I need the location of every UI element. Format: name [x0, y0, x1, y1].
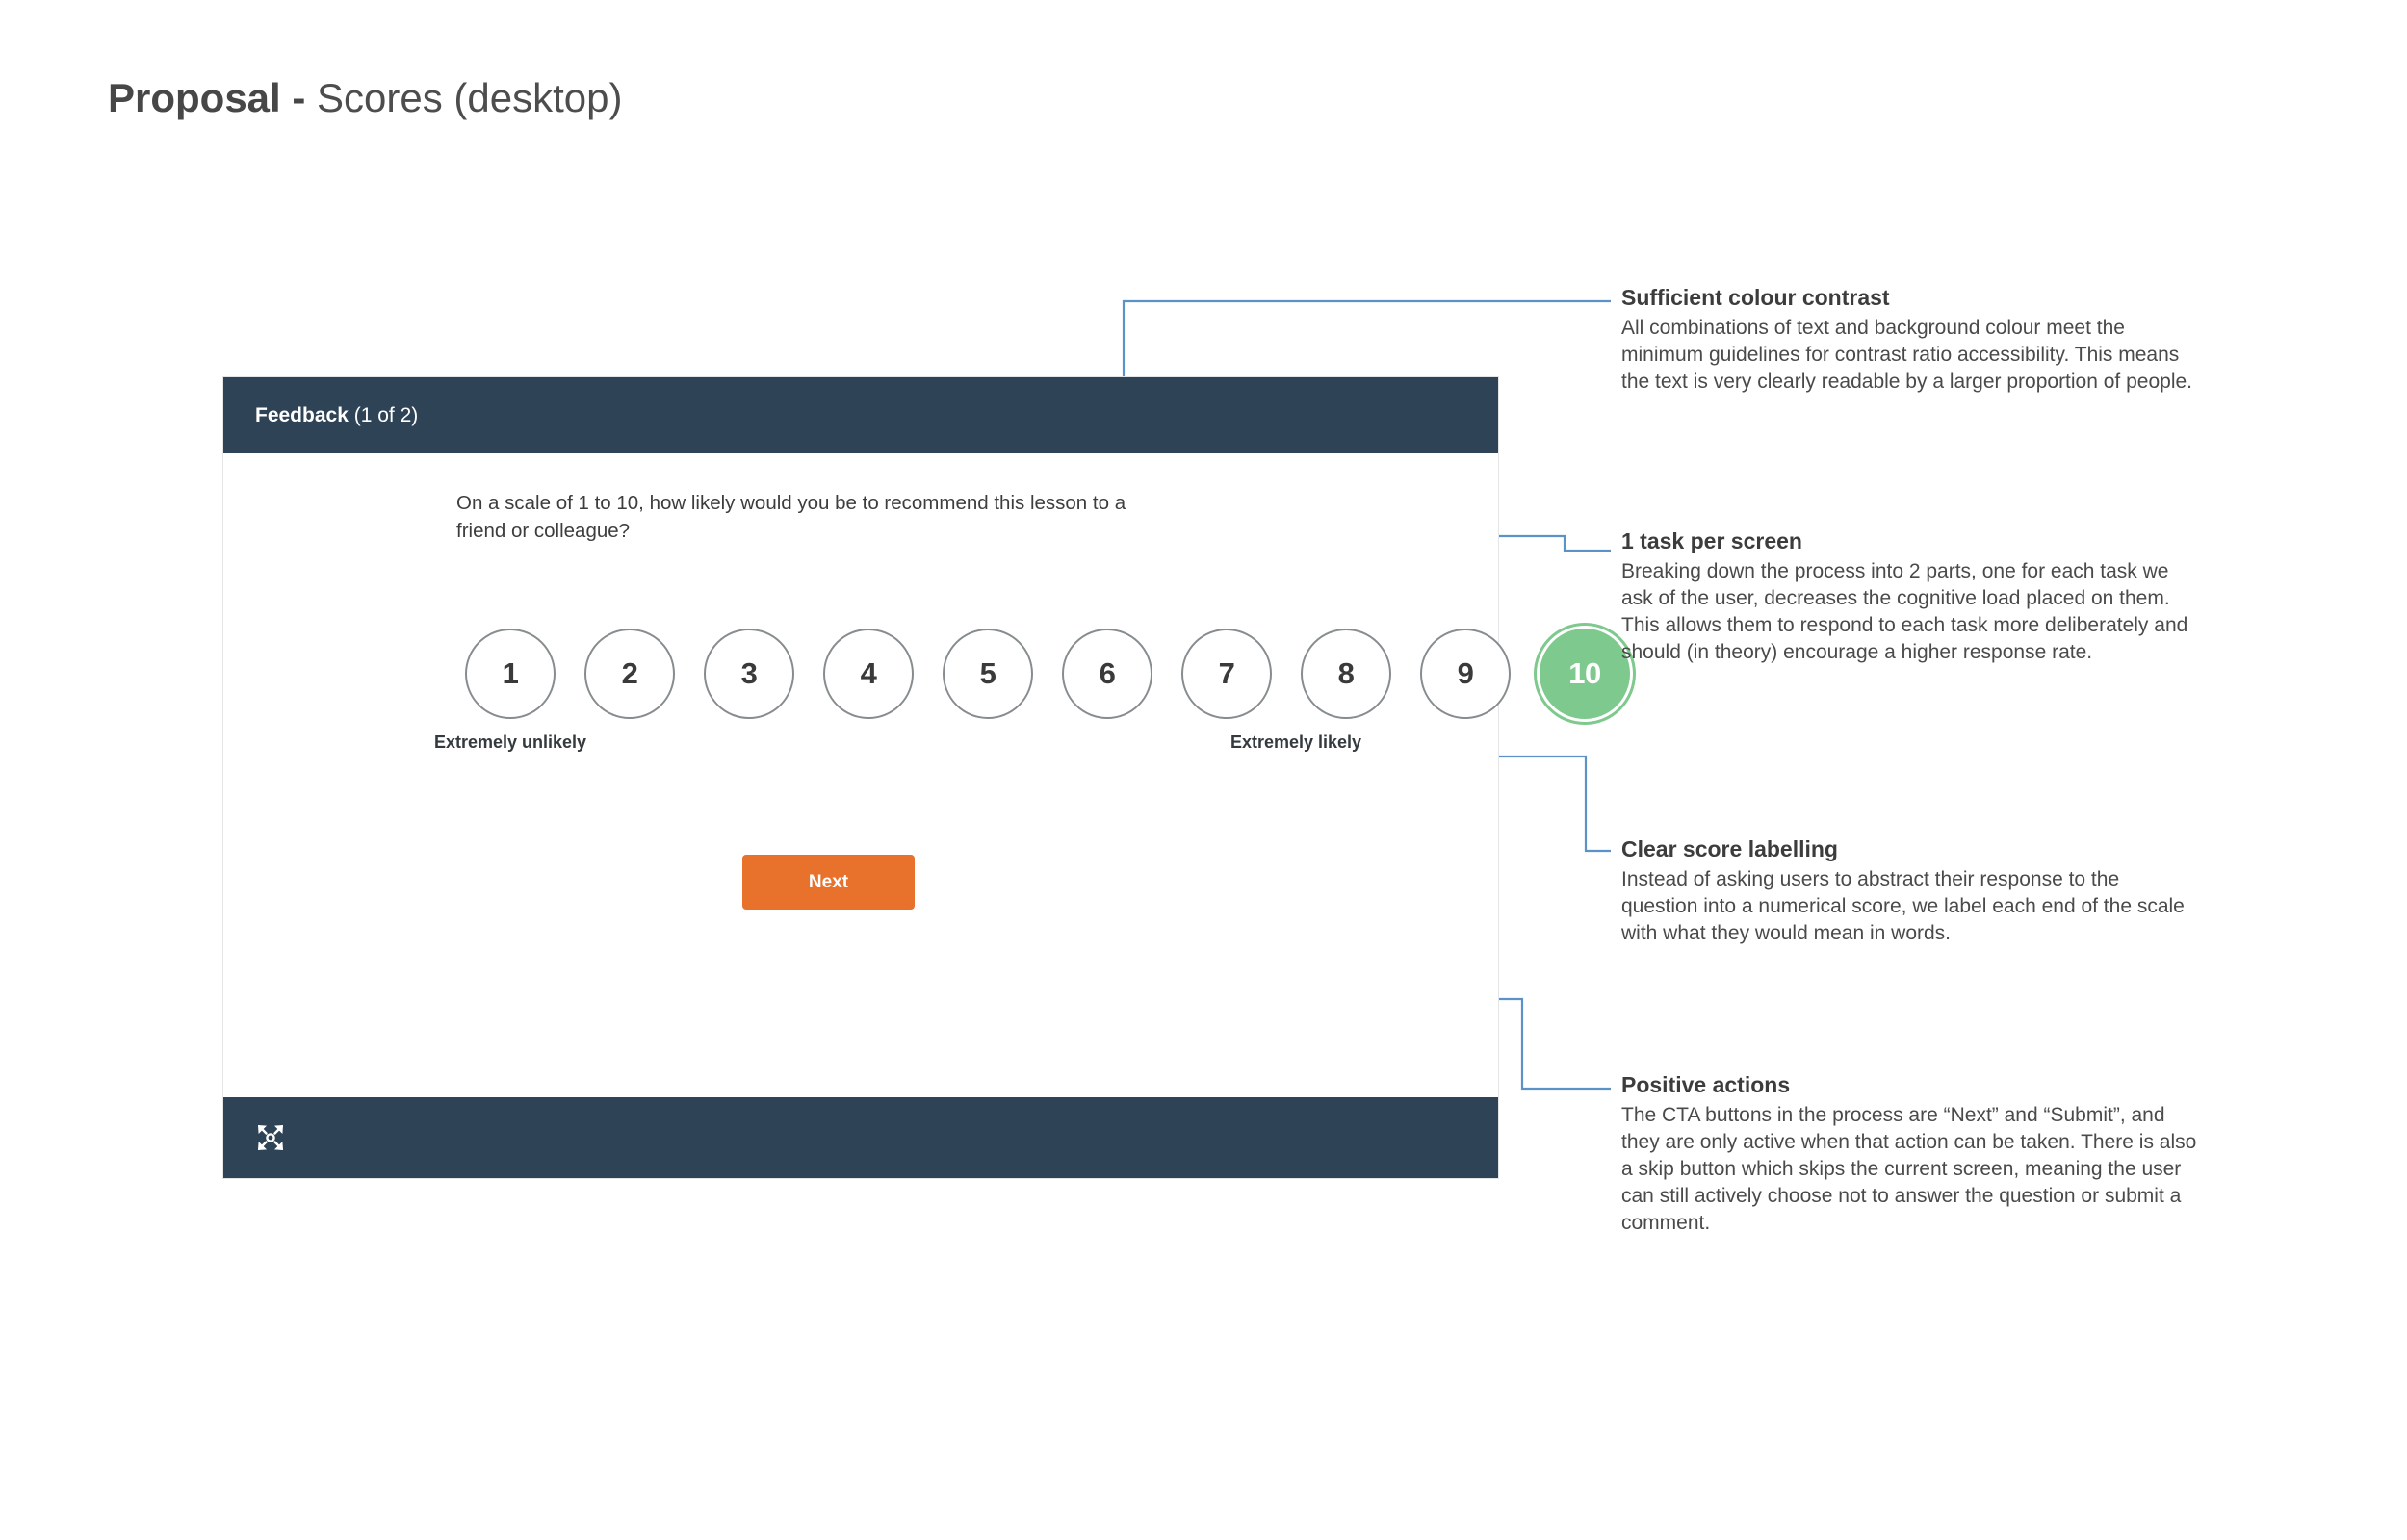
annotation-title: Clear score labelling: [1621, 836, 1838, 861]
score-option-7[interactable]: 7: [1181, 629, 1272, 719]
score-option-6[interactable]: 6: [1062, 629, 1152, 719]
mockup-header-title: Feedback (1 of 2): [255, 404, 418, 427]
score-option-slot: 4: [809, 626, 928, 722]
annotation-body: Instead of asking users to abstract thei…: [1621, 867, 2185, 945]
score-option-slot: 6: [1048, 626, 1167, 722]
page-title: Proposal - Scores (desktop): [108, 75, 623, 120]
annotation-title: 1 task per screen: [1621, 528, 1802, 553]
mockup-header-step-counter: (1 of 2): [348, 403, 419, 426]
annotation-title: Positive actions: [1621, 1072, 1791, 1097]
survey-question-text: On a scale of 1 to 10, how likely would …: [456, 492, 1126, 543]
annotation-body: All combinations of text and background …: [1621, 316, 2192, 394]
annotation-one-task-per-screen: 1 task per screen Breaking down the proc…: [1621, 527, 2199, 666]
scale-high-label: Extremely likely: [1229, 732, 1362, 752]
score-option-5[interactable]: 5: [943, 629, 1033, 719]
score-option-slot: 3: [689, 626, 809, 722]
mockup-header-bar: Feedback (1 of 2): [223, 377, 1498, 453]
annotation-positive-actions: Positive actions The CTA buttons in the …: [1621, 1071, 2199, 1238]
page-title-rest: Scores (desktop): [305, 75, 623, 120]
annotation-clear-score-labelling: Clear score labelling Instead of asking …: [1621, 835, 2199, 947]
score-option-slot: 2: [570, 626, 689, 722]
annotation-title: Sufficient colour contrast: [1621, 285, 1890, 310]
score-option-1[interactable]: 1: [465, 629, 556, 719]
annotation-body: Breaking down the process into 2 parts, …: [1621, 559, 2188, 664]
next-button[interactable]: Next: [742, 855, 915, 910]
score-option-3[interactable]: 3: [704, 629, 794, 719]
feedback-screen-mockup: Feedback (1 of 2) On a scale of 1 to 10,…: [222, 376, 1633, 1179]
score-option-10[interactable]: 10: [1537, 626, 1633, 722]
score-option-slot: 5: [928, 626, 1048, 722]
score-option-slot: 8: [1286, 626, 1406, 722]
scale-low-label: Extremely unlikely: [433, 732, 587, 752]
score-option-9[interactable]: 9: [1420, 629, 1511, 719]
mockup-header-title-strong: Feedback: [255, 403, 349, 426]
mockup-footer-bar: [223, 1097, 1498, 1178]
score-option-4[interactable]: 4: [823, 629, 914, 719]
score-option-slot: 9: [1406, 626, 1525, 722]
annotation-body: The CTA buttons in the process are “Next…: [1621, 1103, 2197, 1235]
score-scale: 1 2 3 4 5 6 7 8 9 10: [451, 626, 1644, 722]
score-option-2[interactable]: 2: [584, 629, 675, 719]
annotation-sufficient-colour-contrast: Sufficient colour contrast All combinati…: [1621, 284, 2199, 396]
fullscreen-expand-icon[interactable]: [254, 1121, 287, 1154]
score-option-slot: 1: [451, 626, 570, 722]
score-option-8[interactable]: 8: [1301, 629, 1391, 719]
page-title-strong: Proposal -: [108, 75, 306, 120]
score-option-slot: 7: [1167, 626, 1286, 722]
